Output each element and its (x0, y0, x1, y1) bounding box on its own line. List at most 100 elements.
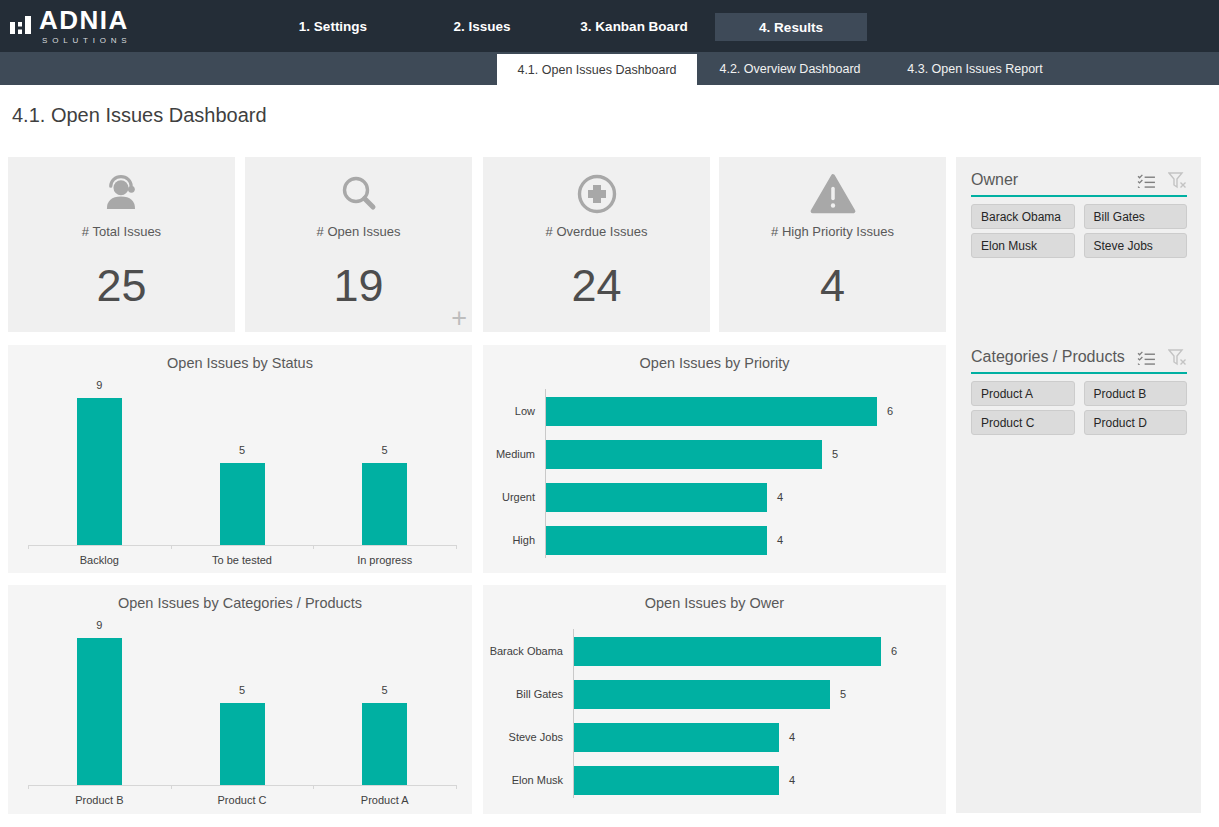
chart-open-issues-by-priority: Open Issues by Priority 6 Low 5 Medium 4 Urgen… (483, 345, 946, 573)
category-label: Product B (29, 794, 169, 806)
category-label: Backlog (29, 554, 169, 566)
slicer-item-product-a[interactable]: Product A (971, 381, 1075, 406)
slicer-underline (971, 195, 1187, 197)
brand-name: ADNIA (39, 7, 131, 33)
bar-product-c (220, 703, 265, 785)
category-label: In progress (315, 554, 455, 566)
nav-item-3-kanban-board[interactable]: 3. Kanban Board (570, 0, 698, 52)
x-axis-line (28, 545, 456, 546)
brand-logo: ADNIA SOLUTIONS (9, 7, 131, 45)
chart-open-issues-by-status: Open Issues by Status 9 Backlog 5 To be test… (8, 345, 472, 573)
bar-value-label: 5 (832, 440, 838, 469)
brand-subtitle: SOLUTIONS (42, 36, 131, 45)
slicer-item-product-d[interactable]: Product D (1084, 410, 1188, 435)
category-label: Barack Obama (483, 637, 563, 666)
chart-title: Open Issues by Ower (483, 595, 946, 611)
category-label: Urgent (483, 483, 535, 512)
slicer-item-bill-gates[interactable]: Bill Gates (1084, 204, 1188, 229)
category-label: Elon Musk (483, 766, 563, 795)
slicer-items: Barack Obama Bill Gates Elon Musk Steve Job… (971, 204, 1187, 258)
kpi-value: 24 (483, 262, 710, 310)
bar-value-label: 4 (789, 723, 795, 752)
multi-select-icon[interactable] (1137, 173, 1156, 188)
axis-tick (456, 545, 457, 549)
multi-select-icon[interactable] (1137, 350, 1156, 365)
sub-navbar: 4.1. Open Issues Dashboard4.2. Overview … (0, 52, 1219, 85)
clear-filter-icon[interactable] (1168, 349, 1187, 366)
chart-title: Open Issues by Status (8, 355, 472, 371)
nav-item-4-results[interactable]: 4. Results (715, 13, 867, 41)
tab-4-3-open-issues-report[interactable]: 4.3. Open Issues Report (883, 52, 1067, 85)
slicer-categories-products: Categories / Products Product A Product B… (971, 348, 1187, 435)
y-axis-line (573, 629, 574, 798)
chart-open-issues-by-ower: Open Issues by Ower6Barack Obama5Bill Ga… (483, 585, 946, 814)
clear-filter-icon[interactable] (1168, 172, 1187, 189)
nav-item-1-settings[interactable]: 1. Settings (283, 0, 383, 52)
bar-value-label: 4 (777, 483, 783, 512)
plus-cursor-hint: + (451, 303, 467, 333)
bar-barack-obama (574, 637, 881, 666)
slicer-owner: Owner Barack Obama Bill Gates Elon Musk Ste… (971, 171, 1187, 258)
bar-value-label: 6 (887, 397, 893, 426)
kpi-label: # High Priority Issues (719, 224, 946, 239)
bar-steve-jobs (574, 723, 779, 752)
plus-circle-icon (483, 169, 710, 219)
kpi-card-total-issues: # Total Issues 25 (8, 157, 235, 332)
axis-tick (313, 785, 314, 789)
x-axis-line (28, 785, 456, 786)
axis-tick (28, 785, 29, 789)
category-label: To be tested (172, 554, 312, 566)
magnifier-icon (245, 169, 472, 219)
chart-open-issues-by-categories-products: Open Issues by Categories / Products9Pro… (8, 585, 472, 814)
bar-elon-musk (574, 766, 779, 795)
slicer-title: Categories / Products (971, 348, 1125, 366)
kpi-value: 19 (245, 262, 472, 310)
category-label: Bill Gates (483, 680, 563, 709)
bar-backlog (77, 398, 122, 545)
bar-bill-gates (574, 680, 830, 709)
slicer-item-elon-musk[interactable]: Elon Musk (971, 233, 1075, 258)
kpi-label: # Overdue Issues (483, 224, 710, 239)
bar-value-label: 6 (891, 637, 897, 666)
brand-bars-icon (9, 11, 35, 41)
bar-product-b (77, 638, 122, 785)
category-label: Steve Jobs (483, 723, 563, 752)
kpi-card-open-issues: # Open Issues 19 + (245, 157, 472, 332)
kpi-card-high-priority-issues: # High Priority Issues 4 (719, 157, 946, 332)
bar-value-label: 4 (789, 766, 795, 795)
bar-in-progress (362, 463, 407, 545)
axis-tick (456, 785, 457, 789)
bar-value-label: 5 (365, 684, 405, 696)
bar-medium (546, 440, 822, 469)
slicer-underline (971, 372, 1187, 374)
category-label: Low (483, 397, 535, 426)
bar-value-label: 9 (79, 379, 119, 391)
bar-to-be-tested (220, 463, 265, 545)
axis-tick (171, 785, 172, 789)
kpi-value: 4 (719, 262, 946, 310)
y-axis-line (545, 389, 546, 558)
category-label: Medium (483, 440, 535, 469)
chart-title: Open Issues by Priority (483, 355, 946, 371)
slicer-item-product-b[interactable]: Product B (1084, 381, 1188, 406)
slicer-item-steve-jobs[interactable]: Steve Jobs (1084, 233, 1188, 258)
tab-4-1-open-issues-dashboard[interactable]: 4.1. Open Issues Dashboard (497, 54, 697, 85)
kpi-label: # Total Issues (8, 224, 235, 239)
bar-value-label: 5 (222, 684, 262, 696)
bar-value-label: 5 (365, 444, 405, 456)
bar-value-label: 5 (222, 444, 262, 456)
kpi-label: # Open Issues (245, 224, 472, 239)
dashboard-app: ADNIA SOLUTIONS 1. Settings 2. Issues 3. K… (0, 0, 1219, 827)
category-label: High (483, 526, 535, 555)
slicer-item-product-c[interactable]: Product C (971, 410, 1075, 435)
slicer-item-barack-obama[interactable]: Barack Obama (971, 204, 1075, 229)
slicer-title: Owner (971, 171, 1125, 189)
tab-4-2-overview-dashboard[interactable]: 4.2. Overview Dashboard (697, 52, 883, 85)
bar-low (546, 397, 877, 426)
bar-product-a (362, 703, 407, 785)
axis-tick (28, 545, 29, 549)
category-label: Product C (172, 794, 312, 806)
slicer-items: Product A Product B Product C Product D (971, 381, 1187, 435)
nav-item-2-issues[interactable]: 2. Issues (432, 0, 532, 52)
bar-value-label: 4 (777, 526, 783, 555)
